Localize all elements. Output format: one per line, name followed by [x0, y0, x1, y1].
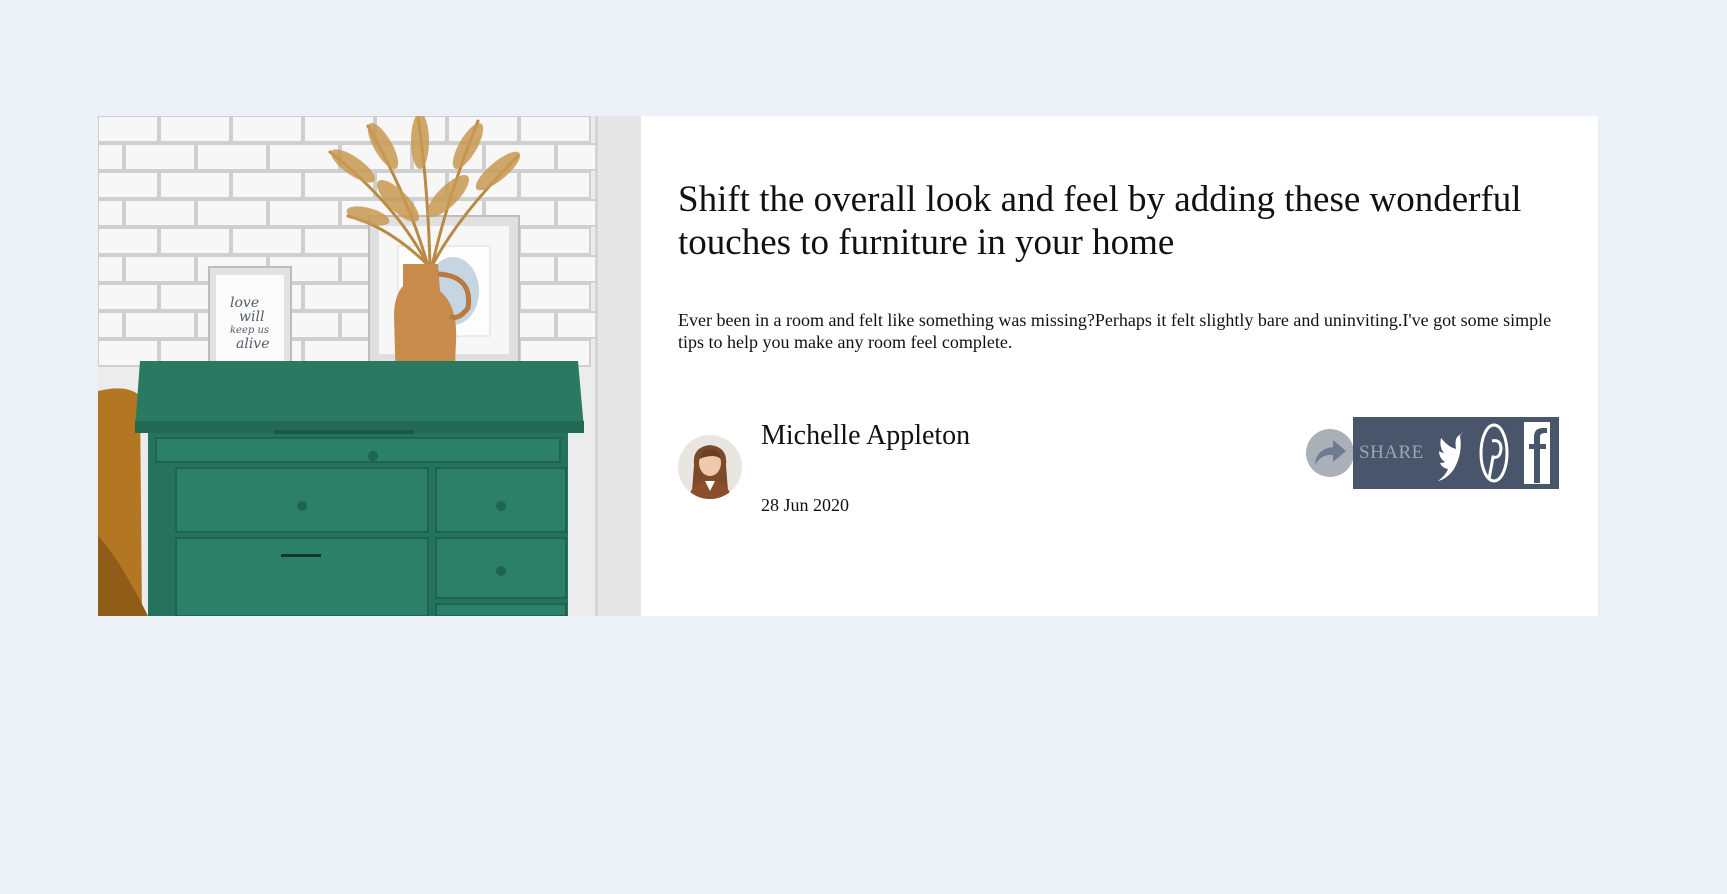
twitter-share-button[interactable] — [1430, 417, 1473, 489]
share-panel: SHARE — [1353, 417, 1559, 489]
author-name: Michelle Appleton — [761, 420, 971, 451]
article-card: love will keep us alive Shift the overal… — [98, 116, 1598, 616]
frame-text-3: keep us — [230, 325, 269, 336]
article-excerpt: Ever been in a room and felt like someth… — [678, 310, 1552, 352]
share-toggle-button[interactable] — [1306, 429, 1354, 477]
pinterest-share-button[interactable] — [1473, 417, 1516, 489]
article-image: love will keep us alive — [98, 116, 641, 616]
pinterest-icon — [1479, 423, 1509, 483]
frame-text-4: alive — [236, 336, 270, 352]
article-content: Shift the overall look and feel by addin… — [641, 116, 1598, 616]
share-arrow-icon — [1315, 440, 1346, 465]
author-avatar — [678, 435, 742, 499]
facebook-icon — [1524, 422, 1551, 484]
facebook-share-button[interactable] — [1516, 417, 1559, 489]
article-title[interactable]: Shift the overall look and feel by addin… — [678, 178, 1578, 264]
twitter-icon — [1438, 431, 1464, 481]
share-label: SHARE — [1359, 442, 1424, 463]
frame-text-2: will — [239, 309, 264, 325]
post-date: 28 Jun 2020 — [761, 495, 850, 515]
